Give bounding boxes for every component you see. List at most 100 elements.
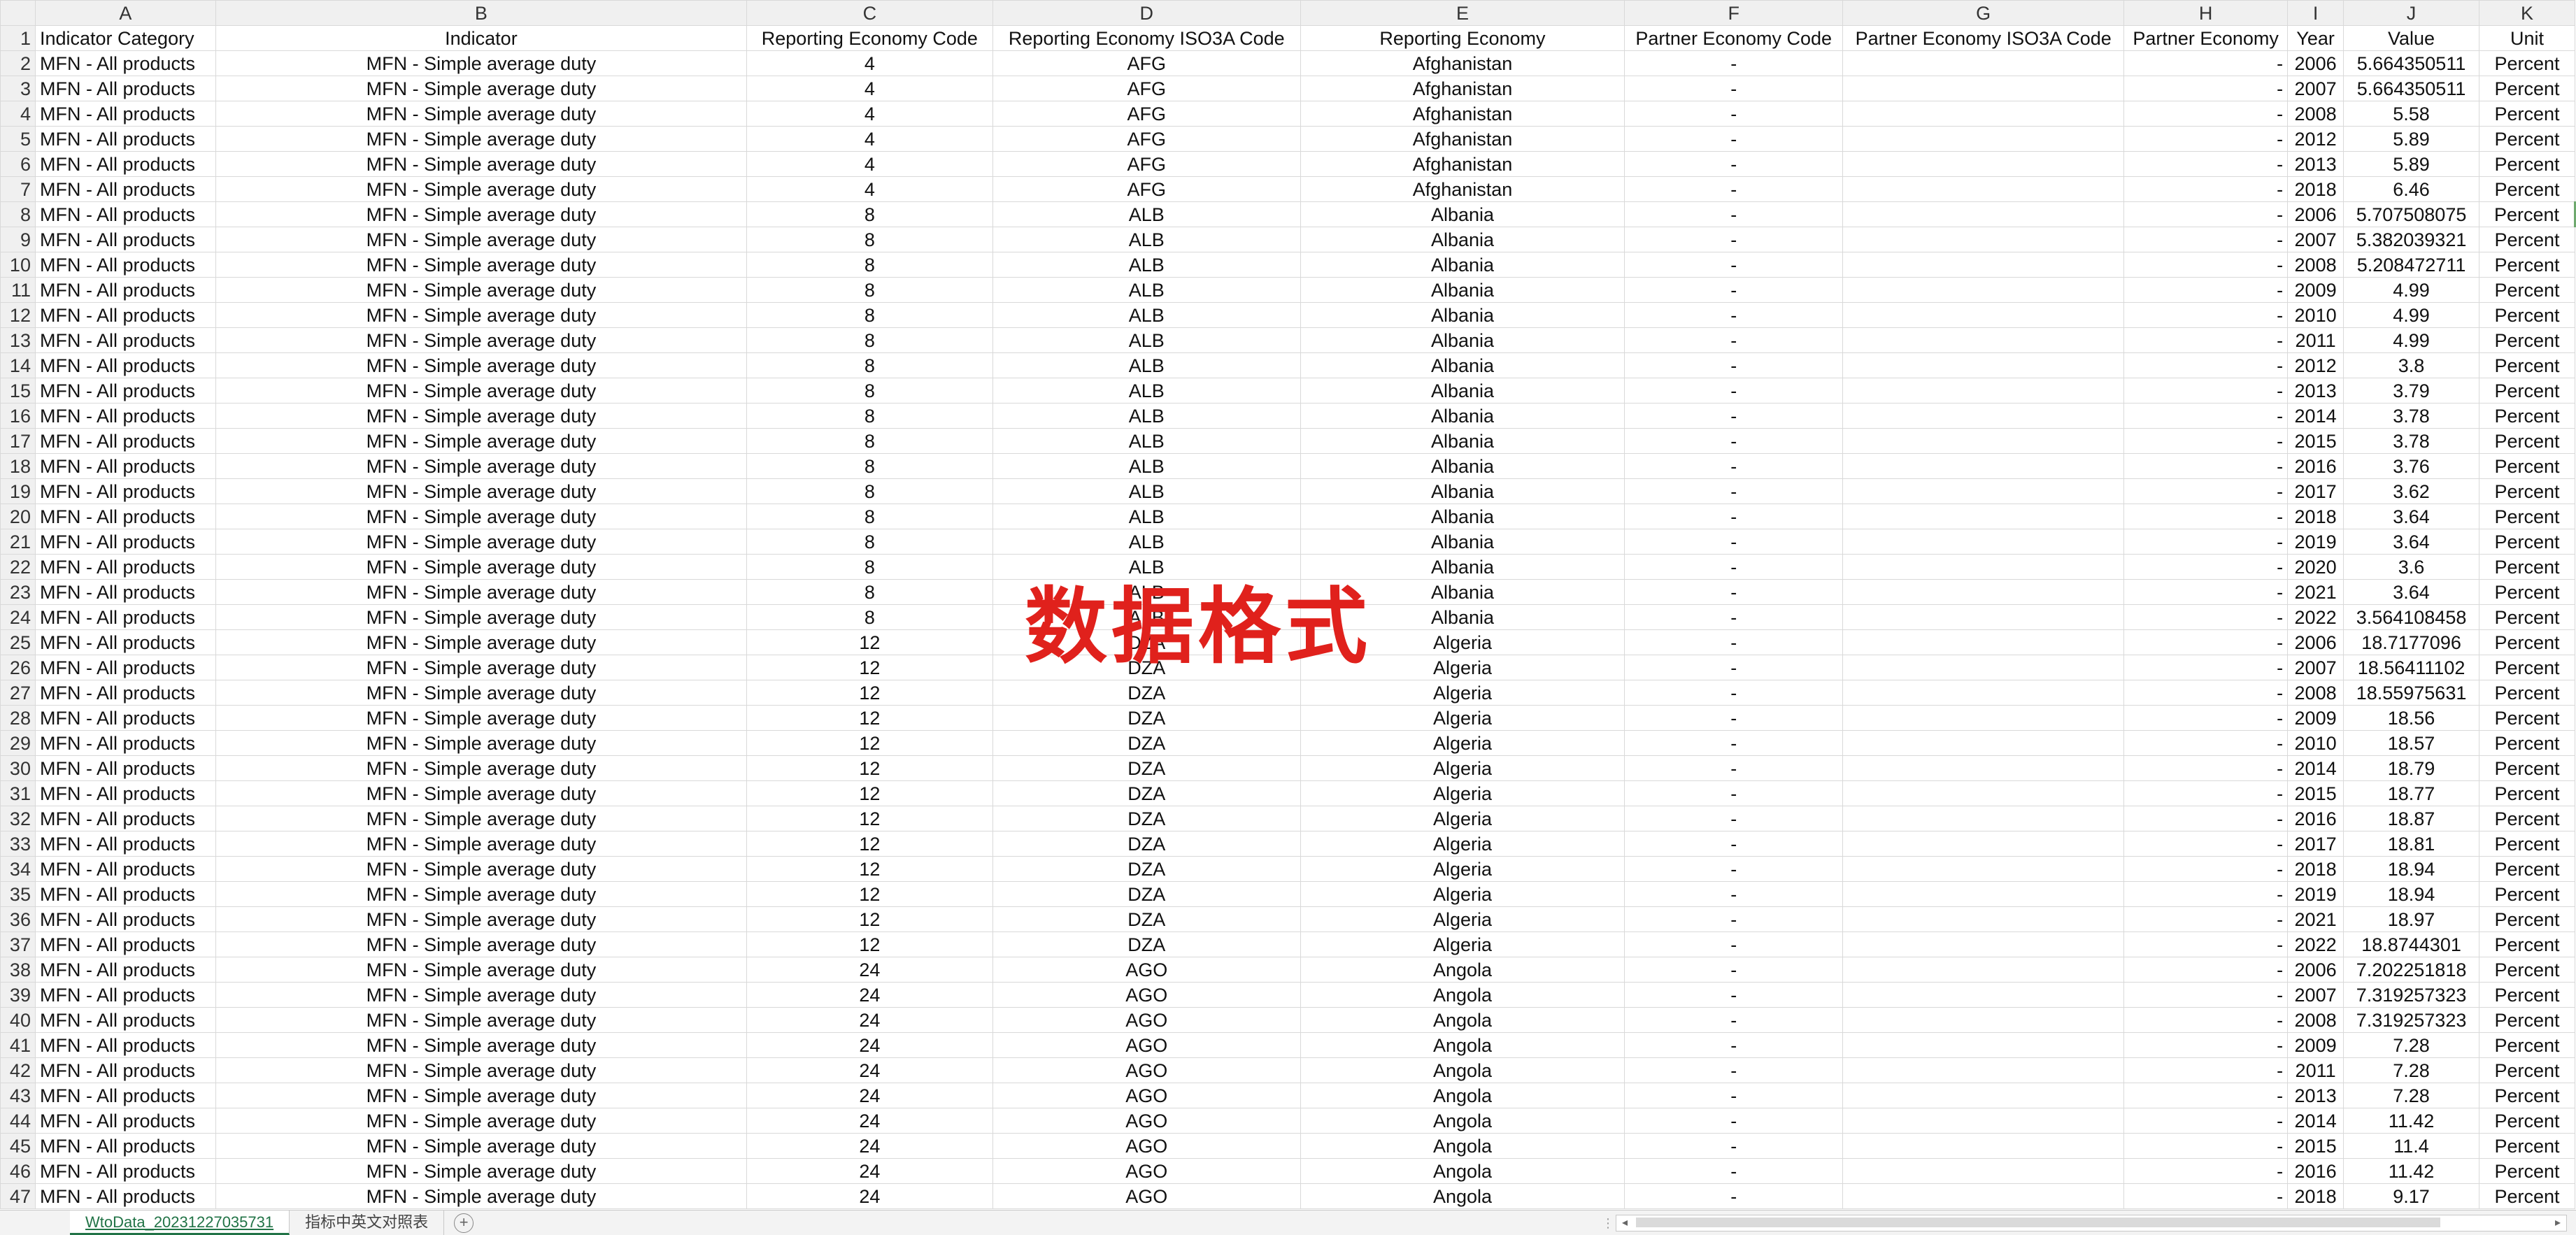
cell-partner-iso3a[interactable]	[1842, 126, 2125, 152]
cell-reporting-code[interactable]: 12	[746, 755, 993, 781]
cell-indicator-category[interactable]: MFN - All products	[34, 982, 216, 1008]
cell-indicator-category[interactable]: MFN - All products	[34, 176, 216, 202]
cell-reporting-iso3a[interactable]: AGO	[992, 1057, 1301, 1083]
cell-partner-economy[interactable]: -	[2123, 1158, 2289, 1184]
cell-reporting-iso3a[interactable]: AGO	[992, 1032, 1301, 1058]
cell-reporting-economy[interactable]: Afghanistan	[1300, 151, 1625, 177]
cell-indicator-category[interactable]: MFN - All products	[34, 655, 216, 680]
cell-year[interactable]: 2013	[2287, 1083, 2344, 1108]
cell-indicator[interactable]: MFN - Simple average duty	[215, 1108, 747, 1134]
cell-partner-iso3a[interactable]	[1842, 1108, 2125, 1134]
cell-reporting-code[interactable]: 8	[746, 378, 993, 404]
cell-partner-iso3a[interactable]	[1842, 1183, 2125, 1209]
cell-year[interactable]: 2012	[2287, 126, 2344, 152]
spreadsheet-grid[interactable]: ABCDEFGHIJK 1 Indicator Category Indicator…	[0, 0, 2576, 1210]
cell-reporting-code[interactable]: 8	[746, 252, 993, 278]
cell-value[interactable]: 3.78	[2343, 403, 2479, 429]
row-number[interactable]: 36	[0, 906, 36, 932]
cell-reporting-code[interactable]: 12	[746, 705, 993, 731]
row-number[interactable]: 43	[0, 1083, 36, 1108]
cell-reporting-economy[interactable]: Algeria	[1300, 730, 1625, 756]
row-number[interactable]: 15	[0, 378, 36, 404]
cell-indicator-category[interactable]: MFN - All products	[34, 931, 216, 957]
cell-partner-iso3a[interactable]	[1842, 680, 2125, 706]
cell-partner-iso3a[interactable]	[1842, 806, 2125, 831]
cell-partner-iso3a[interactable]	[1842, 504, 2125, 529]
cell-partner-code[interactable]: -	[1624, 957, 1844, 983]
cell-partner-code[interactable]: -	[1624, 604, 1844, 630]
cell-partner-iso3a[interactable]	[1842, 604, 2125, 630]
cell-value[interactable]: 18.8744301	[2343, 931, 2479, 957]
cell-year[interactable]: 2006	[2287, 957, 2344, 983]
cell-partner-economy[interactable]: -	[2123, 126, 2289, 152]
cell-year[interactable]: 2014	[2287, 755, 2344, 781]
cell-reporting-economy[interactable]: Albania	[1300, 554, 1625, 580]
cell-indicator[interactable]: MFN - Simple average duty	[215, 730, 747, 756]
row-number[interactable]: 24	[0, 604, 36, 630]
header-cell[interactable]: Reporting Economy Code	[746, 25, 993, 51]
cell-year[interactable]: 2008	[2287, 1007, 2344, 1033]
cell-reporting-economy[interactable]: Angola	[1300, 1108, 1625, 1134]
row-number[interactable]: 2	[0, 50, 36, 76]
cell-partner-economy[interactable]: -	[2123, 579, 2289, 605]
header-cell[interactable]: Reporting Economy ISO3A Code	[992, 25, 1301, 51]
cell-reporting-economy[interactable]: Angola	[1300, 1007, 1625, 1033]
cell-indicator-category[interactable]: MFN - All products	[34, 957, 216, 983]
cell-indicator-category[interactable]: MFN - All products	[34, 453, 216, 479]
cell-partner-code[interactable]: -	[1624, 906, 1844, 932]
row-number[interactable]: 12	[0, 302, 36, 328]
cell-value[interactable]: 5.382039321	[2343, 227, 2479, 252]
cell-value[interactable]: 18.57	[2343, 730, 2479, 756]
cell-partner-economy[interactable]: -	[2123, 629, 2289, 655]
cell-indicator[interactable]: MFN - Simple average duty	[215, 50, 747, 76]
cell-reporting-economy[interactable]: Albania	[1300, 227, 1625, 252]
row-number[interactable]: 47	[0, 1183, 36, 1209]
cell-year[interactable]: 2012	[2287, 352, 2344, 378]
cell-year[interactable]: 2011	[2287, 327, 2344, 353]
cell-indicator-category[interactable]: MFN - All products	[34, 151, 216, 177]
row-number[interactable]: 21	[0, 529, 36, 555]
cell-indicator-category[interactable]: MFN - All products	[34, 730, 216, 756]
cell-partner-code[interactable]: -	[1624, 856, 1844, 882]
cell-year[interactable]: 2018	[2287, 504, 2344, 529]
cell-reporting-economy[interactable]: Albania	[1300, 277, 1625, 303]
cell-indicator-category[interactable]: MFN - All products	[34, 1032, 216, 1058]
column-header-k[interactable]: K	[2479, 0, 2575, 26]
cell-partner-iso3a[interactable]	[1842, 780, 2125, 806]
cell-year[interactable]: 2019	[2287, 529, 2344, 555]
cell-indicator-category[interactable]: MFN - All products	[34, 504, 216, 529]
cell-year[interactable]: 2017	[2287, 831, 2344, 857]
cell-partner-economy[interactable]: -	[2123, 655, 2289, 680]
cell-reporting-code[interactable]: 24	[746, 1057, 993, 1083]
add-sheet-button[interactable]: +	[454, 1213, 474, 1233]
cell-indicator[interactable]: MFN - Simple average duty	[215, 252, 747, 278]
cell-value[interactable]: 18.94	[2343, 881, 2479, 907]
cell-value[interactable]: 3.564108458	[2343, 604, 2479, 630]
row-number[interactable]: 26	[0, 655, 36, 680]
cell-unit[interactable]: Percent	[2479, 504, 2575, 529]
cell-reporting-code[interactable]: 8	[746, 504, 993, 529]
cell-indicator[interactable]: MFN - Simple average duty	[215, 982, 747, 1008]
cell-partner-iso3a[interactable]	[1842, 957, 2125, 983]
row-number[interactable]: 6	[0, 151, 36, 177]
header-cell[interactable]: Partner Economy ISO3A Code	[1842, 25, 2125, 51]
column-header-a[interactable]: A	[34, 0, 216, 26]
cell-indicator-category[interactable]: MFN - All products	[34, 252, 216, 278]
cell-indicator[interactable]: MFN - Simple average duty	[215, 176, 747, 202]
cell-indicator[interactable]: MFN - Simple average duty	[215, 680, 747, 706]
cell-value[interactable]: 7.319257323	[2343, 982, 2479, 1008]
cell-partner-iso3a[interactable]	[1842, 1057, 2125, 1083]
column-header-h[interactable]: H	[2123, 0, 2289, 26]
row-number[interactable]: 22	[0, 554, 36, 580]
cell-year[interactable]: 2022	[2287, 604, 2344, 630]
cell-reporting-code[interactable]: 12	[746, 856, 993, 882]
cell-partner-code[interactable]: -	[1624, 76, 1844, 101]
cell-unit[interactable]: Percent	[2479, 906, 2575, 932]
cell-reporting-economy[interactable]: Albania	[1300, 478, 1625, 504]
cell-reporting-iso3a[interactable]: ALB	[992, 478, 1301, 504]
cell-reporting-economy[interactable]: Albania	[1300, 453, 1625, 479]
cell-partner-economy[interactable]: -	[2123, 176, 2289, 202]
cell-unit[interactable]: Percent	[2479, 302, 2575, 328]
cell-value[interactable]: 18.55975631	[2343, 680, 2479, 706]
cell-year[interactable]: 2015	[2287, 428, 2344, 454]
